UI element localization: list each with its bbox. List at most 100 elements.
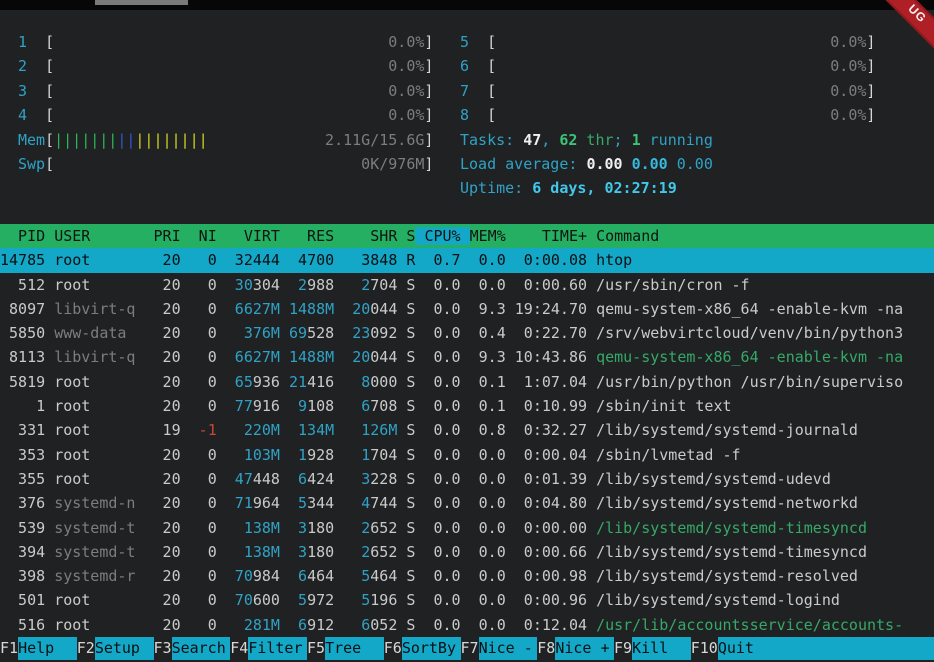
process-row-331[interactable]: 331 root 19 -1 220M 134M 126M S 0.0 0.8 …	[0, 418, 934, 442]
fkey-label-nice+[interactable]: Nice +	[555, 637, 614, 660]
fkey-label-search[interactable]: Search	[172, 637, 231, 660]
user-cell: root	[54, 616, 135, 634]
fkey-f1[interactable]: F1	[0, 637, 18, 660]
meter-open-bracket: [	[45, 82, 54, 100]
mem-cell: 9.3	[470, 300, 506, 318]
fkey-label-help[interactable]: Help	[18, 637, 77, 660]
user-cell: root	[54, 470, 135, 488]
header-cpu-sort-column[interactable]: CPU%	[415, 227, 469, 245]
user-cell: systemd-t	[54, 543, 135, 561]
process-row-14785[interactable]: 14785 root 20 0 32444 4700 3848 R 0.7 0.…	[0, 248, 934, 272]
gap	[587, 300, 596, 318]
gap	[45, 543, 54, 561]
gap	[45, 446, 54, 464]
meter-open-bracket: [	[45, 57, 54, 75]
process-row-1[interactable]: 1 root 20 0 77916 9108 6708 S 0.0 0.1 0:…	[0, 394, 934, 418]
fkey-f7[interactable]: F7	[461, 637, 479, 660]
fkey-label-filter[interactable]: Filter	[248, 637, 307, 660]
meter-open-bracket: [	[45, 33, 54, 51]
fkey-label-nice-[interactable]: Nice -	[479, 637, 538, 660]
gap	[181, 519, 190, 537]
gap	[217, 397, 226, 415]
pid-cell: 501	[0, 591, 45, 609]
fkey-f4[interactable]: F4	[230, 637, 248, 660]
time-cell: 0:00.04	[515, 446, 587, 464]
pri-cell: 20	[154, 348, 181, 366]
fkey-label-tree[interactable]: Tree	[325, 637, 384, 660]
header-pid: PID	[0, 227, 45, 245]
command-cell: /usr/lib/accountsservice/accounts-	[596, 616, 903, 634]
gap	[506, 591, 515, 609]
gap	[217, 373, 226, 391]
res-cell: 424	[307, 470, 334, 488]
uptime-segment: 6 days, 02:27:19	[532, 179, 677, 197]
fkey-f10[interactable]: F10	[691, 637, 718, 660]
meter-open-bracket: [	[45, 131, 54, 149]
res-cell: 464	[307, 567, 334, 585]
window-top-strip	[0, 0, 934, 10]
gap	[181, 616, 190, 634]
fkey-f3[interactable]: F3	[154, 637, 172, 660]
process-row-501[interactable]: 501 root 20 0 70600 5972 5196 S 0.0 0.0 …	[0, 588, 934, 612]
mem-cell: 0.0	[470, 543, 506, 561]
gap	[461, 348, 470, 366]
process-row-394[interactable]: 394 systemd-t 20 0 138M 3180 2652 S 0.0 …	[0, 540, 934, 564]
command-cell: /usr/bin/python /usr/bin/superviso	[596, 373, 903, 391]
cpu-cell: 0.0	[424, 543, 460, 561]
gap	[334, 373, 343, 391]
fkey-label-kill[interactable]: Kill	[632, 637, 691, 660]
gap	[334, 446, 343, 464]
process-row-512[interactable]: 512 root 20 0 30304 2988 2704 S 0.0 0.0 …	[0, 273, 934, 297]
virt-cell: 138M	[226, 543, 280, 561]
process-row-539[interactable]: 539 systemd-t 20 0 138M 3180 2652 S 0.0 …	[0, 516, 934, 540]
process-row-353[interactable]: 353 root 20 0 103M 1928 1704 S 0.0 0.0 0…	[0, 443, 934, 467]
process-row-355[interactable]: 355 root 20 0 47448 6424 3228 S 0.0 0.0 …	[0, 467, 934, 491]
ni-cell: 0	[190, 373, 217, 391]
gap	[217, 519, 226, 537]
fkey-label-setup[interactable]: Setup	[95, 637, 154, 660]
time-cell: 0:00.00	[515, 519, 587, 537]
shr-cell: 704	[370, 446, 397, 464]
mem-cell: 0.4	[470, 324, 506, 342]
gap	[506, 470, 515, 488]
fkey-f6[interactable]: F6	[384, 637, 402, 660]
command-cell: /lib/systemd/systemd-timesyncd	[596, 519, 867, 537]
gap	[45, 470, 54, 488]
fkey-f9[interactable]: F9	[614, 637, 632, 660]
gap	[135, 591, 153, 609]
user-cell: root	[54, 446, 135, 464]
res-cell: 528	[307, 324, 334, 342]
shr-cell: 8	[343, 373, 370, 391]
ni-cell: 0	[190, 616, 217, 634]
process-row-5819[interactable]: 5819 root 20 0 65936 21416 8000 S 0.0 0.…	[0, 370, 934, 394]
load-average-segment: 0.00	[677, 155, 713, 173]
process-row-8097[interactable]: 8097 libvirt-q 20 0 6627M 1488M 20044 S …	[0, 297, 934, 321]
process-row-398[interactable]: 398 systemd-r 20 0 70984 6464 5464 S 0.0…	[0, 564, 934, 588]
process-row-376[interactable]: 376 systemd-n 20 0 71964 5344 4744 S 0.0…	[0, 491, 934, 515]
res-cell: 1488M	[289, 300, 334, 318]
gap	[45, 616, 54, 634]
res-cell: 134M	[289, 421, 334, 439]
virt-cell: 936	[253, 373, 280, 391]
fkey-label-sortby[interactable]: SortBy	[402, 637, 461, 660]
process-row-5850[interactable]: 5850 www-data 20 0 376M 69528 23092 S 0.…	[0, 321, 934, 345]
command-cell: /lib/systemd/systemd-networkd	[596, 494, 858, 512]
fkey-f5[interactable]: F5	[307, 637, 325, 660]
table-header-row[interactable]: PID USER PRI NI VIRT RES SHR S CPU% MEM%…	[0, 224, 934, 248]
gap	[334, 348, 343, 366]
fkey-f8[interactable]: F8	[537, 637, 555, 660]
process-row-8113[interactable]: 8113 libvirt-q 20 0 6627M 1488M 20044 S …	[0, 345, 934, 369]
cpu-cell: 0.0	[424, 519, 460, 537]
res-cell: 416	[307, 373, 334, 391]
meter-open-bracket: [	[487, 57, 496, 75]
cpu-meter-value: 0.0%	[54, 33, 424, 51]
res-cell: 1488M	[289, 348, 334, 366]
fkey-f2[interactable]: F2	[77, 637, 95, 660]
fkey-label-quit[interactable]: Quit	[718, 637, 934, 660]
tasks-summary: Tasks: 47, 62 thr; 1 running	[460, 128, 875, 152]
process-row-516[interactable]: 516 root 20 0 281M 6912 6052 S 0.0 0.0 0…	[0, 613, 934, 637]
gap	[280, 300, 289, 318]
gap	[334, 616, 343, 634]
user-cell: root	[54, 373, 135, 391]
res-cell: 4	[289, 251, 307, 269]
